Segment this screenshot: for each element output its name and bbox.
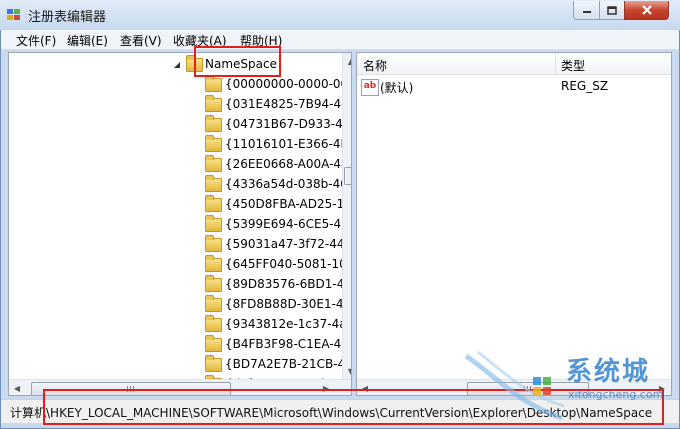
close-icon (641, 5, 652, 15)
scroll-up-icon[interactable]: ▲ (343, 53, 351, 69)
folder-icon (205, 335, 222, 352)
tree-item-label: {11016101-E366-4D (225, 137, 350, 151)
tree-item-label: {04731B67-D933-4 (225, 117, 343, 131)
maximize-icon (607, 5, 617, 15)
folder-icon (205, 95, 222, 112)
folder-icon (205, 295, 222, 312)
tree-item-label: {5399E694-6CE5-4D (225, 217, 351, 231)
scroll-left-icon[interactable]: ◀ (9, 380, 25, 395)
folder-icon (205, 275, 222, 292)
tree-item[interactable]: {89D83576-6BD1-4 (9, 275, 349, 295)
minimize-icon (582, 11, 591, 13)
values-list-pane[interactable]: 名称 类型 ab (默认) REG_SZ ◀ ▶ (356, 52, 672, 396)
watermark-text: 系统城 (566, 357, 651, 387)
maximize-button[interactable] (599, 1, 625, 20)
value-name: (默认) (380, 81, 414, 95)
tree-item-label: {031E4825-7B94-4c (225, 97, 348, 111)
tree-item[interactable]: {04731B67-D933-4 (9, 115, 349, 135)
folder-icon (205, 255, 222, 272)
tree-item-label: {B4FB3F98-C1EA-42 (225, 337, 349, 351)
folder-icon (205, 215, 222, 232)
folder-icon (205, 135, 222, 152)
tree-item[interactable]: {4336a54d-038b-40 (9, 175, 349, 195)
tree-item-label: {9343812e-1c37-4a (225, 317, 347, 331)
tree-item[interactable]: {00000000-0000-00 (9, 75, 349, 95)
column-name-header[interactable]: 名称 (363, 57, 387, 74)
watermark: 系统城 xitongcheng.com (458, 348, 680, 428)
folder-icon (205, 75, 222, 92)
tree-item-label: {8FD8B88D-30E1-4 (225, 297, 344, 311)
list-header: 名称 类型 (357, 53, 671, 75)
tree-item[interactable]: {645FF040-5081-10 (9, 255, 349, 275)
tree-item[interactable]: {BD7A2E7B-21CB-4 (9, 355, 349, 375)
tree-item-label: {BD7A2E7B-21CB-4 (225, 357, 346, 371)
tree-item-label: {59031a47-3f72-44 (225, 237, 345, 251)
folder-icon (205, 115, 222, 132)
menu-edit[interactable]: 编辑(E) (67, 32, 108, 48)
registry-tree-pane[interactable]: NameSpace {00000000-0000-00 {031E4825-7B9… (8, 52, 352, 396)
tree-item[interactable]: {59031a47-3f72-44 (9, 235, 349, 255)
menu-file[interactable]: 文件(F) (16, 32, 56, 48)
column-type-header[interactable]: 类型 (561, 57, 585, 74)
tree-item[interactable]: {031E4825-7B94-4c (9, 95, 349, 115)
tree-item[interactable]: {9343812e-1c37-4a (9, 315, 349, 335)
tree-item-label: {4336a54d-038b-40 (225, 177, 348, 191)
folder-icon (205, 355, 222, 372)
tree-item[interactable]: {8FD8B88D-30E1-4 (9, 295, 349, 315)
close-button[interactable] (624, 1, 669, 20)
tree-item[interactable]: {B4FB3F98-C1EA-42 (9, 335, 349, 355)
tree-item-namespace[interactable]: NameSpace (9, 55, 349, 75)
tree-item-label: {89D83576-6BD1-4 (225, 277, 345, 291)
registry-icon (7, 9, 20, 20)
tree-item-label: {00000000-0000-00 (225, 77, 349, 91)
scroll-down-icon[interactable]: ▼ (343, 363, 351, 379)
string-value-icon: ab (361, 79, 379, 96)
folder-icon (205, 175, 222, 192)
expand-arrow-icon[interactable] (173, 61, 181, 69)
tree-item-label: {645FF040-5081-10 (225, 257, 347, 271)
folder-icon (205, 235, 222, 252)
tree-item-label: {26EE0668-A00A-44 (225, 157, 349, 171)
menu-view[interactable]: 查看(V) (120, 32, 162, 48)
minimize-button[interactable] (573, 1, 600, 20)
folder-icon (205, 315, 222, 332)
tree-item[interactable]: {11016101-E366-4D (9, 135, 350, 155)
value-row[interactable]: ab (默认) REG_SZ (357, 77, 671, 97)
highlight-namespace-box (194, 46, 281, 77)
folder-icon (205, 195, 222, 212)
tree-item[interactable]: {26EE0668-A00A-44 (9, 155, 349, 175)
folder-icon (205, 155, 222, 172)
title-bar[interactable]: 注册表编辑器 (0, 0, 680, 30)
watermark-logo-icon (464, 350, 565, 421)
menu-bar: 文件(F) 编辑(E) 查看(V) 收藏夹(A) 帮助(H) (1, 30, 679, 50)
tree-vertical-scrollbar[interactable]: ▲ ▼ (342, 53, 351, 379)
value-type: REG_SZ (561, 79, 609, 93)
tree-scroll-thumb[interactable] (344, 167, 351, 185)
tree-item[interactable]: {5399E694-6CE5-4D (9, 215, 351, 235)
watermark-url: xitongcheng.com (568, 388, 664, 401)
tree-item[interactable]: {450D8FBA-AD25-1 (9, 195, 349, 215)
tree-item-label: {450D8FBA-AD25-1 (225, 197, 345, 211)
window-title: 注册表编辑器 (28, 10, 107, 25)
